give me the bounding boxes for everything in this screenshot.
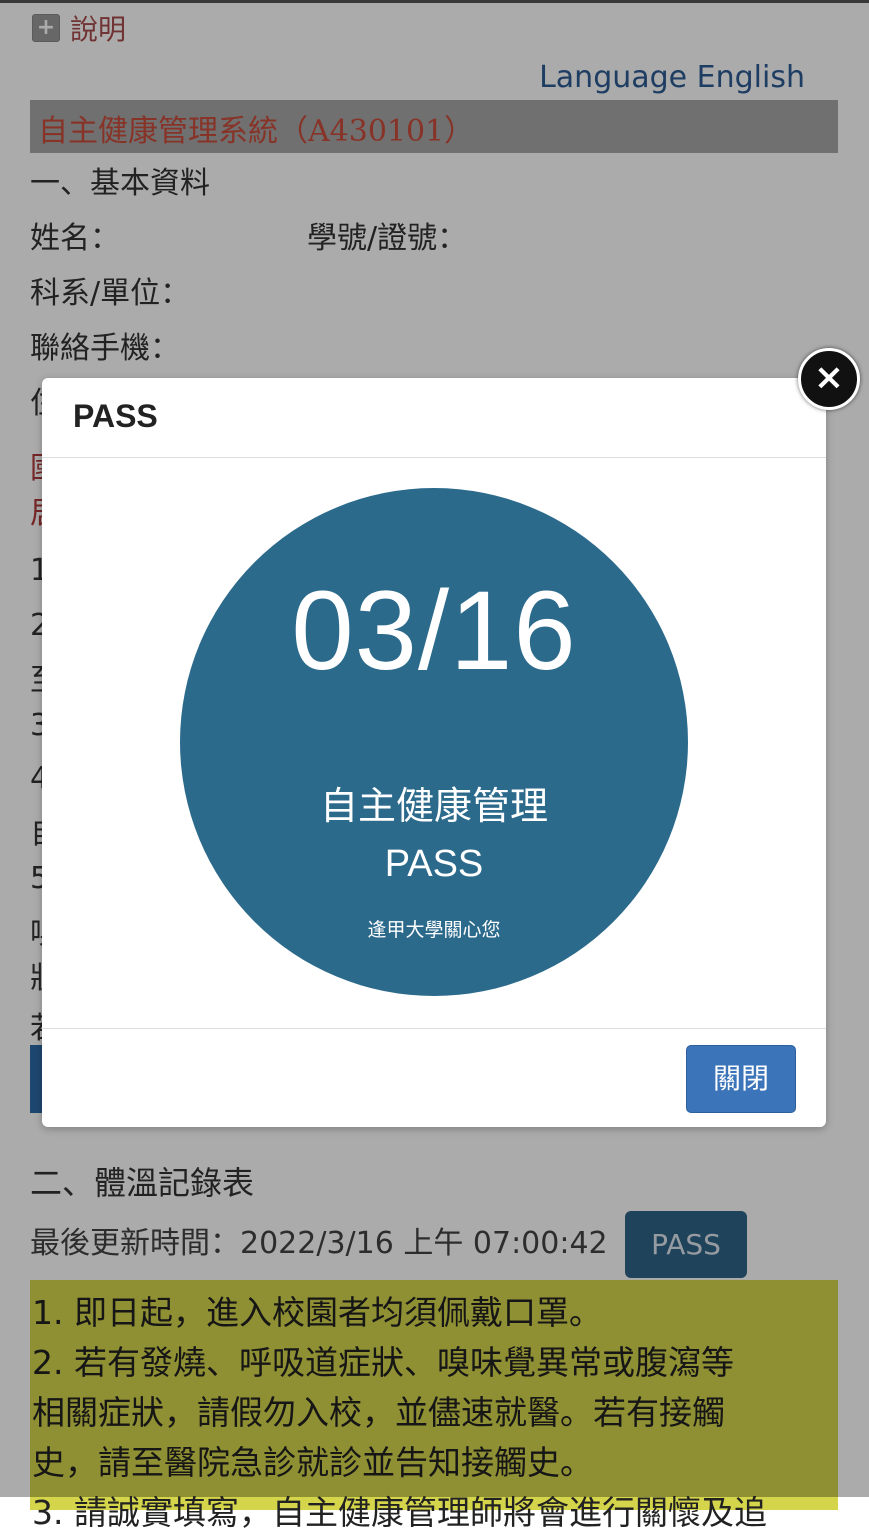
- badge-status: PASS: [384, 843, 484, 885]
- modal-footer: 關閉: [42, 1028, 826, 1128]
- close-icon[interactable]: ×: [798, 348, 860, 410]
- badge-caption: 逢甲大學關心您: [367, 919, 501, 941]
- modal-title: PASS: [73, 398, 158, 434]
- modal-header: PASS: [42, 378, 826, 458]
- close-button[interactable]: 關閉: [686, 1045, 796, 1113]
- page: + 說明 Language English 自主健康管理系統（A430101） …: [0, 0, 869, 1532]
- badge-date: 03/16: [291, 568, 577, 693]
- pass-modal: PASS 03/16 自主健康管理 PASS 逢甲大學關心您 關閉: [42, 378, 826, 1127]
- pass-badge: 03/16 自主健康管理 PASS 逢甲大學關心您: [180, 488, 688, 996]
- badge-subtitle: 自主健康管理: [319, 784, 548, 828]
